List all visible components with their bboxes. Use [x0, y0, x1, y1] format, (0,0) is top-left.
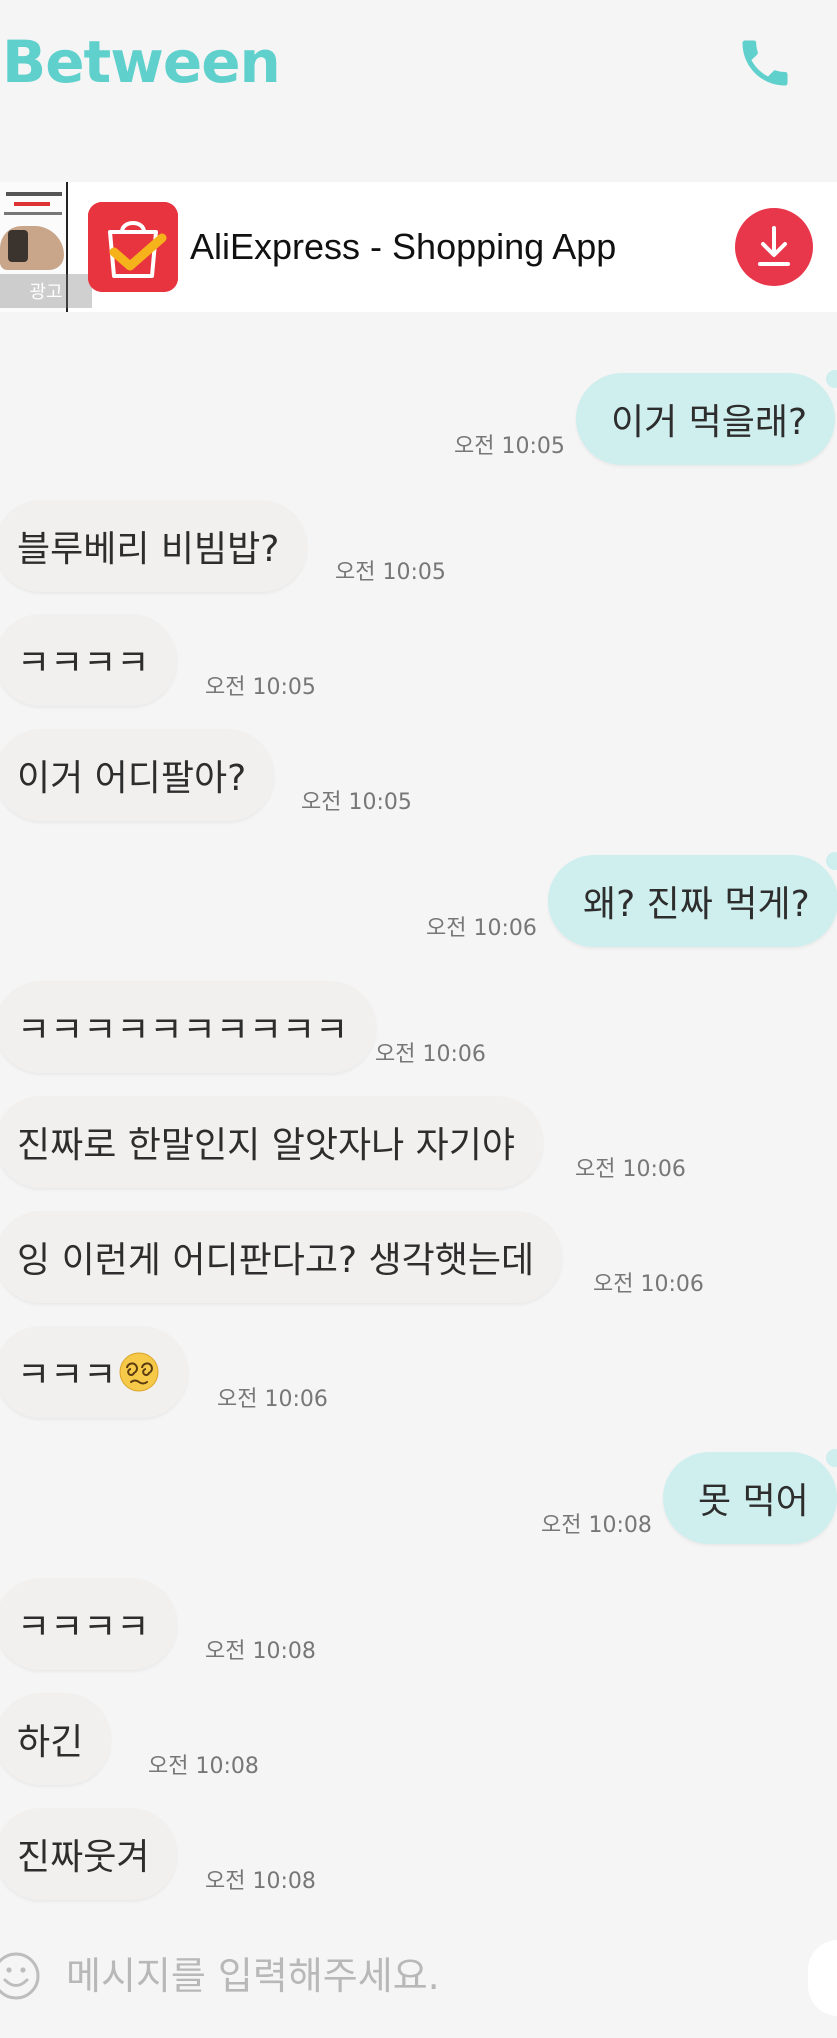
message-time: 오전 10:06: [575, 1157, 686, 1182]
smile-icon[interactable]: [0, 1948, 44, 2004]
header: Between: [0, 0, 837, 130]
outgoing-message[interactable]: 왜? 진짜 먹게?: [548, 855, 837, 947]
incoming-message[interactable]: ㅋㅋㅋ: [0, 1326, 189, 1418]
message-text: 이거 먹을래?: [611, 402, 808, 443]
incoming-message[interactable]: 잉 이런게 어디판다고? 생각햇는데: [0, 1211, 563, 1303]
message-text: 못 먹어: [698, 1481, 809, 1522]
message-text: ㅋㅋㅋ: [17, 1355, 117, 1396]
message-time: 오전 10:08: [148, 1754, 259, 1779]
message-time: 오전 10:05: [205, 675, 316, 700]
bubble-tail: [826, 370, 837, 388]
message-time: 오전 10:06: [375, 1042, 486, 1067]
chat-screen: Between 광고 AliExpress - Shopping App 이거 …: [0, 0, 837, 2038]
message-text: 왜? 진짜 먹게?: [583, 884, 810, 925]
incoming-message[interactable]: 진짜웃겨: [0, 1808, 178, 1900]
incoming-message[interactable]: ㅋㅋㅋㅋ: [0, 614, 178, 706]
message-time: 오전 10:06: [217, 1387, 328, 1412]
message-time: 오전 10:06: [426, 916, 537, 941]
message-time: 오전 10:05: [301, 790, 412, 815]
message-time: 오전 10:08: [205, 1639, 316, 1664]
ad-banner[interactable]: 광고 AliExpress - Shopping App: [0, 182, 837, 312]
incoming-message[interactable]: 진짜로 한말인지 알앗자나 자기야: [0, 1096, 544, 1188]
message-text: 잉 이런게 어디판다고? 생각햇는데: [17, 1240, 535, 1281]
download-icon[interactable]: [735, 208, 813, 286]
incoming-message[interactable]: ㅋㅋㅋㅋ: [0, 1578, 178, 1670]
phone-icon[interactable]: [735, 30, 795, 96]
message-text: 블루베리 비빔밥?: [17, 529, 280, 570]
outgoing-message[interactable]: 이거 먹을래?: [576, 373, 836, 465]
outgoing-message[interactable]: 못 먹어: [663, 1452, 837, 1544]
message-text: ㅋㅋㅋㅋ: [17, 643, 150, 684]
message-text: 진짜로 한말인지 알앗자나 자기야: [17, 1125, 516, 1166]
app-title: Between: [2, 28, 281, 96]
ad-label: 광고: [0, 274, 92, 308]
dizzy-face-emoji: [119, 1352, 159, 1392]
incoming-message[interactable]: 하긴: [0, 1693, 112, 1785]
message-text: 진짜웃겨: [17, 1837, 150, 1878]
incoming-message[interactable]: 블루베리 비빔밥?: [0, 500, 308, 592]
bubble-tail: [826, 852, 837, 870]
ad-app-name: AliExpress - Shopping App: [190, 226, 617, 267]
aliexpress-app-icon: [88, 202, 178, 292]
incoming-message[interactable]: ㅋㅋㅋㅋㅋㅋㅋㅋㅋㅋ: [0, 981, 377, 1073]
message-time: 오전 10:08: [205, 1869, 316, 1894]
message-time: 오전 10:08: [541, 1513, 652, 1538]
message-text: ㅋㅋㅋㅋ: [17, 1607, 150, 1648]
message-text: 하긴: [17, 1722, 84, 1763]
message-text: 이거 어디팔아?: [17, 758, 247, 799]
message-input[interactable]: [66, 1946, 766, 2006]
message-time: 오전 10:05: [335, 560, 446, 585]
message-text: ㅋㅋㅋㅋㅋㅋㅋㅋㅋㅋ: [17, 1010, 349, 1051]
bubble-tail: [826, 1449, 837, 1467]
message-time: 오전 10:06: [593, 1272, 704, 1297]
incoming-message[interactable]: 이거 어디팔아?: [0, 729, 275, 821]
message-time: 오전 10:05: [454, 434, 565, 459]
